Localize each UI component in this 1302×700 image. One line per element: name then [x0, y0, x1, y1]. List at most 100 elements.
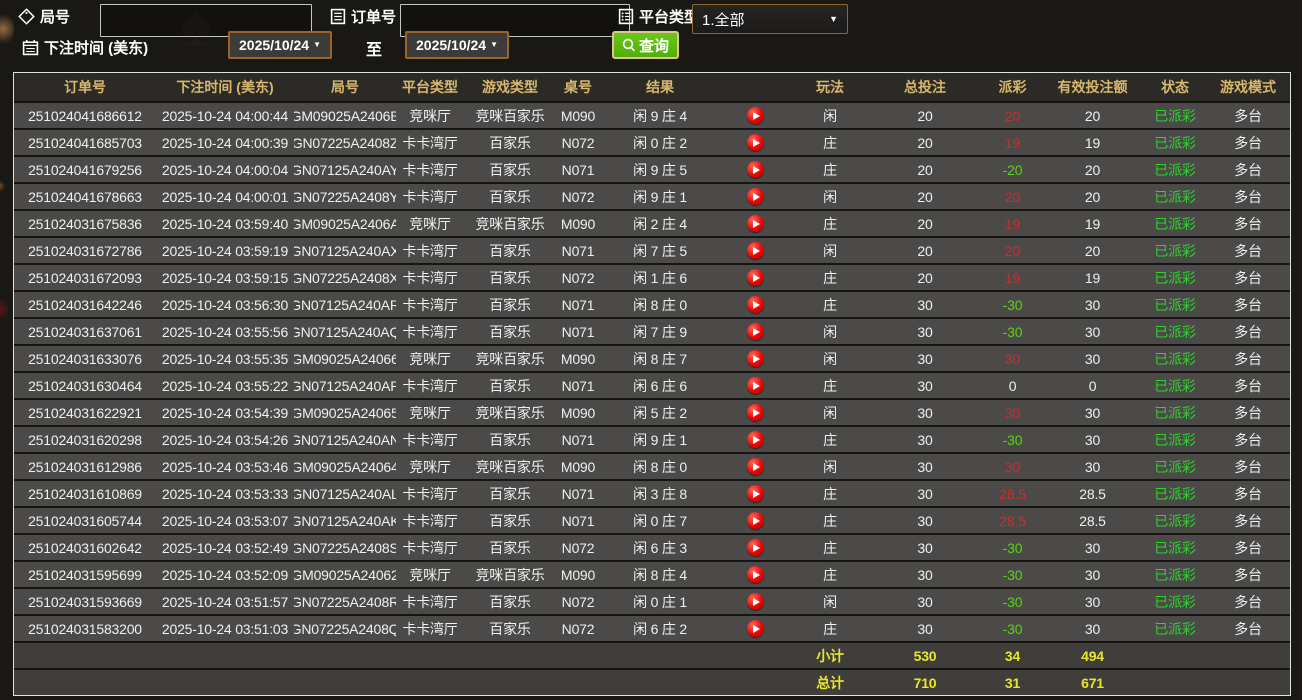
chevron-down-icon: ▼ — [313, 40, 321, 49]
table-footer: 小计 530 34 494 总计 710 31 671 — [14, 643, 1290, 695]
cell-game-mode: 多台 — [1234, 242, 1262, 259]
replay-icon[interactable] — [746, 512, 764, 529]
cell-result: 闲 3 庄 8 — [633, 485, 687, 502]
cell-valid-bet: 30 — [1084, 296, 1101, 313]
cell-game-type: 竞咪百家乐 — [475, 404, 545, 421]
replay-icon[interactable] — [746, 593, 764, 610]
table-row: 251024031620298 2025-10-24 03:54:26 GN0712… — [14, 427, 1290, 452]
header-valid-bet: 有效投注额 — [1057, 79, 1128, 95]
cell-status: 已派彩 — [1154, 161, 1196, 178]
cell-game-mode: 多台 — [1234, 593, 1262, 610]
cell-game-mode: 多台 — [1234, 323, 1262, 340]
grand-total-row-platform-type — [396, 670, 464, 695]
replay-icon[interactable] — [746, 323, 764, 340]
platform-select[interactable]: 1.全部 ▼ — [692, 4, 848, 34]
date-to-picker[interactable]: 2025/10/24 ▼ — [405, 31, 509, 59]
tag-icon — [18, 8, 35, 25]
replay-icon[interactable] — [746, 620, 764, 637]
cell-result: 闲 7 庄 9 — [633, 323, 687, 340]
replay-icon[interactable] — [746, 566, 764, 583]
cell-round-number: GM09025A24064 — [294, 458, 396, 475]
grand-total-row-table-number — [556, 670, 600, 695]
replay-icon[interactable] — [746, 485, 764, 502]
search-button[interactable]: 查询 — [612, 31, 680, 59]
cell-total-bet: 30 — [917, 377, 933, 394]
cell-valid-bet: 30 — [1084, 566, 1101, 583]
replay-icon[interactable] — [746, 458, 764, 475]
date-from-picker[interactable]: 2025/10/24 ▼ — [228, 31, 332, 59]
subtotal-row-replay-cell — [720, 643, 790, 668]
cell-platform-type: 竞咪厅 — [409, 215, 451, 232]
header-payout: 派彩 — [998, 79, 1027, 95]
cell-result: 闲 6 庄 2 — [633, 620, 687, 637]
cell-game-mode: 多台 — [1234, 512, 1262, 529]
cell-payout: 0 — [1008, 377, 1017, 394]
cell-status: 已派彩 — [1154, 188, 1196, 205]
cell-round-number: GN07125A240AY — [294, 161, 396, 178]
cell-bet-side: 庄 — [823, 269, 837, 286]
cell-result: 闲 2 庄 4 — [633, 215, 687, 232]
cell-bet-time: 2025-10-24 03:52:49 — [161, 539, 289, 556]
replay-icon[interactable] — [746, 296, 764, 313]
cell-total-bet: 30 — [917, 431, 933, 448]
replay-icon[interactable] — [746, 269, 764, 286]
subtotal-row-total-bet: 530 — [913, 647, 937, 664]
order-field-group: 订单号 — [330, 6, 396, 27]
filter-bar: 局号 订单号 平台类型 1.全部 ▼ 下注时间 (美东) 2025/10/24 … — [0, 0, 1302, 70]
cell-round-number: GN07225A2408R — [294, 593, 396, 610]
cell-valid-bet: 30 — [1084, 350, 1101, 367]
cell-order-number: 251024031672786 — [28, 242, 142, 259]
cell-bet-time: 2025-10-24 04:00:04 — [161, 161, 289, 178]
cell-game-type: 竞咪百家乐 — [475, 458, 545, 475]
cell-payout: -30 — [1002, 566, 1023, 583]
date-range-to-label: 至 — [366, 42, 383, 59]
cell-status: 已派彩 — [1154, 377, 1196, 394]
cell-round-number: GN07125A240AR — [294, 296, 396, 313]
header-total-bet: 总投注 — [904, 79, 946, 95]
cell-valid-bet: 28.5 — [1079, 512, 1106, 529]
replay-icon[interactable] — [746, 107, 764, 124]
cell-bet-time: 2025-10-24 03:52:09 — [161, 566, 289, 583]
header-replay-cell — [720, 73, 790, 101]
replay-icon[interactable] — [746, 431, 764, 448]
replay-icon[interactable] — [746, 377, 764, 394]
replay-icon[interactable] — [746, 215, 764, 232]
cell-game-type: 百家乐 — [489, 161, 531, 178]
cell-order-number: 251024031675836 — [28, 215, 142, 232]
cell-bet-time: 2025-10-24 03:53:46 — [161, 458, 289, 475]
cell-payout: -30 — [1002, 620, 1023, 637]
cell-platform-type: 卡卡湾厅 — [402, 620, 458, 637]
cell-game-mode: 多台 — [1234, 269, 1262, 286]
replay-icon[interactable] — [746, 134, 764, 151]
cell-platform-type: 竞咪厅 — [409, 566, 451, 583]
cell-order-number: 251024041685703 — [28, 134, 142, 151]
replay-icon[interactable] — [746, 161, 764, 178]
replay-icon[interactable] — [746, 350, 764, 367]
cell-result: 闲 1 庄 6 — [633, 269, 687, 286]
cell-table-number: N071 — [561, 161, 595, 178]
cell-table-number: N071 — [561, 377, 595, 394]
table-row: 251024031583200 2025-10-24 03:51:03 GN0722… — [14, 616, 1290, 641]
header-bet-side: 玩法 — [816, 79, 844, 95]
header-round-number: 局号 — [331, 79, 359, 95]
grand-total-row-valid-bet: 671 — [1081, 674, 1104, 691]
cell-round-number: GM09025A24066 — [294, 350, 396, 367]
replay-icon[interactable] — [746, 242, 764, 259]
table-row: 251024031622921 2025-10-24 03:54:39 GM0902… — [14, 400, 1290, 425]
grand-total-row-total-bet: 710 — [913, 674, 937, 691]
cell-game-mode: 多台 — [1234, 458, 1262, 475]
cell-total-bet: 30 — [917, 512, 933, 529]
replay-icon[interactable] — [746, 188, 764, 205]
cell-total-bet: 20 — [917, 269, 933, 286]
cell-game-mode: 多台 — [1234, 404, 1262, 421]
grand-total-row-payout: 31 — [1004, 674, 1021, 691]
cell-total-bet: 30 — [917, 323, 933, 340]
cell-game-type: 百家乐 — [489, 539, 531, 556]
replay-icon[interactable] — [746, 404, 764, 421]
replay-cell — [720, 238, 790, 263]
cell-payout: 28.5 — [999, 512, 1026, 529]
cell-status: 已派彩 — [1154, 242, 1196, 259]
cell-bet-side: 闲 — [823, 350, 837, 367]
cell-bet-side: 庄 — [823, 431, 837, 448]
replay-icon[interactable] — [746, 539, 764, 556]
